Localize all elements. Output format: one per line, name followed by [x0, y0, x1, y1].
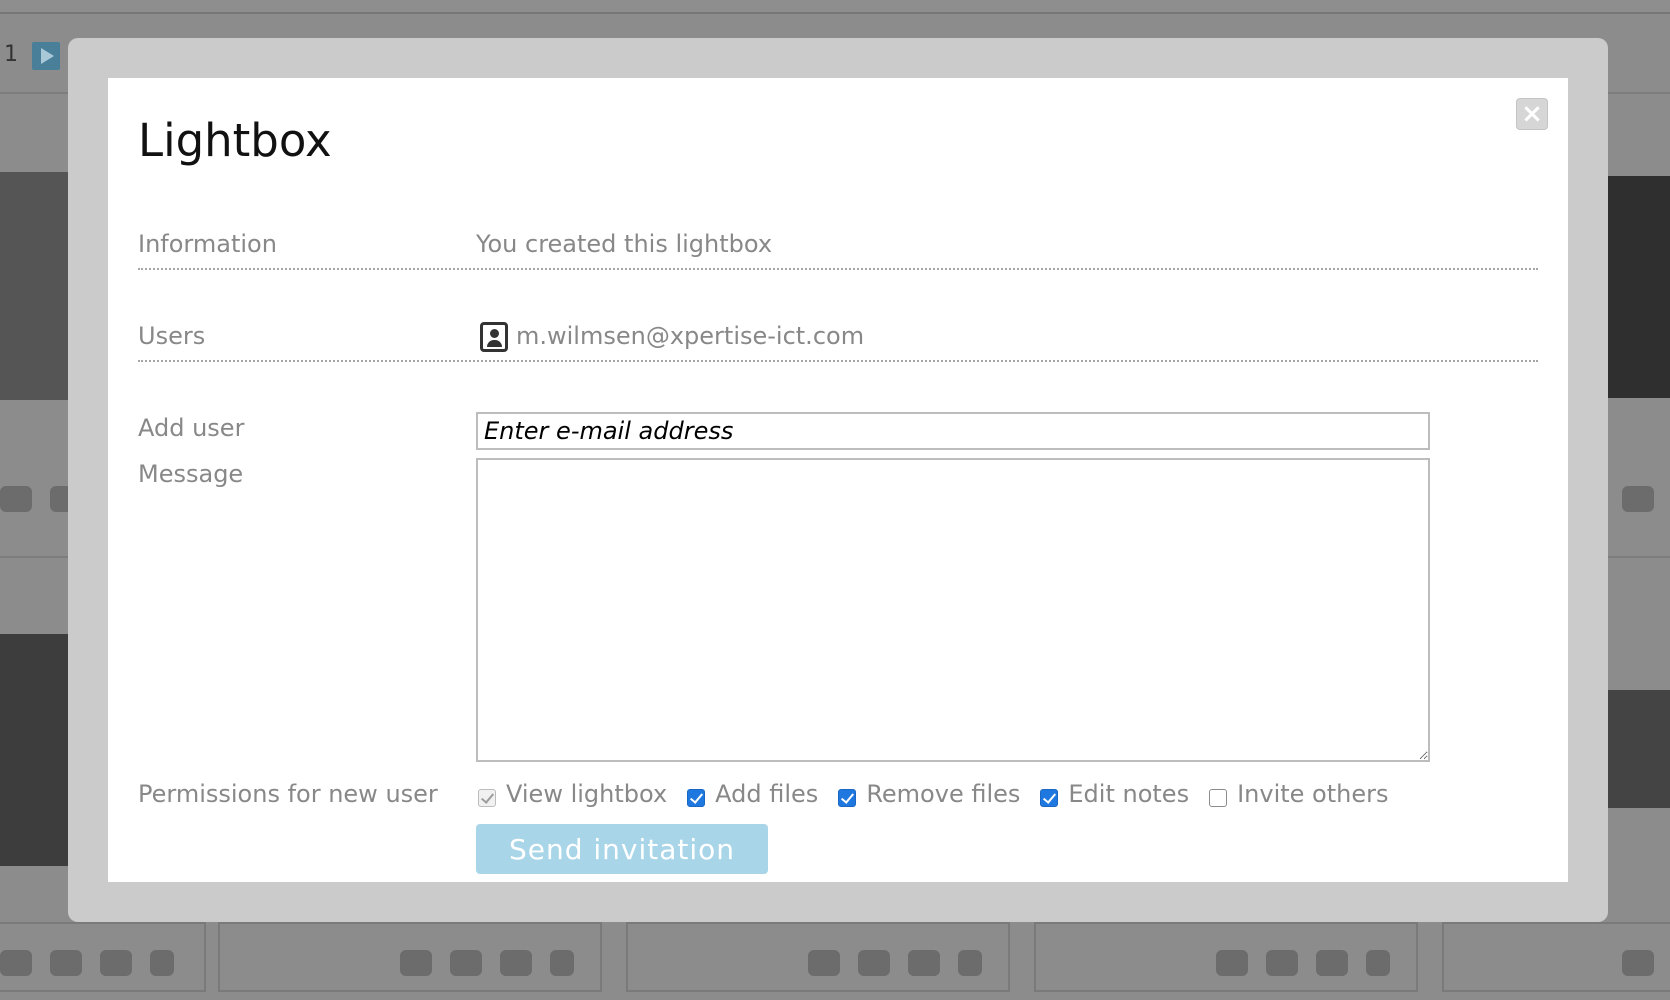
eye-icon: [858, 950, 890, 976]
background-icon-row: [808, 950, 982, 976]
permission-label: View lightbox: [506, 780, 668, 808]
information-label: Information: [138, 230, 277, 258]
lightbox-dialog-frame: × Lightbox Information You created this …: [68, 38, 1608, 922]
background-thumbnail: [1608, 690, 1670, 808]
users-label: Users: [138, 322, 206, 350]
permission-label: Invite others: [1237, 780, 1389, 808]
presentation-icon: [400, 950, 432, 976]
invite-others-checkbox[interactable]: [1209, 789, 1228, 807]
permission-label: Add files: [715, 780, 819, 808]
user-email: m.wilmsen@xpertise-ict.com: [516, 322, 865, 350]
background-topbar: [0, 0, 1670, 14]
add-files-checkbox[interactable]: [687, 789, 706, 807]
background-icon-row: [1622, 486, 1654, 512]
presentation-icon: [0, 950, 32, 976]
message-textarea[interactable]: [476, 458, 1430, 762]
divider: [138, 360, 1538, 362]
download-icon: [100, 950, 132, 976]
permission-invite-others[interactable]: Invite others: [1209, 780, 1388, 808]
permission-remove-files[interactable]: Remove files: [838, 780, 1020, 808]
view-lightbox-checkbox[interactable]: [478, 789, 496, 807]
background-icon-row: [400, 950, 574, 976]
permission-view-lightbox[interactable]: View lightbox: [478, 780, 667, 808]
presentation-icon: [0, 486, 32, 512]
close-button[interactable]: ×: [1516, 98, 1548, 130]
lightbox-dialog: × Lightbox Information You created this …: [108, 78, 1568, 882]
eye-icon: [1266, 950, 1298, 976]
trash-icon: [1366, 950, 1390, 976]
permissions-label: Permissions for new user: [138, 780, 438, 808]
download-icon: [1316, 950, 1348, 976]
background-thumbnail: [0, 634, 68, 866]
play-icon: [32, 42, 60, 70]
eye-icon: [50, 950, 82, 976]
presentation-icon: [808, 950, 840, 976]
trash-icon: [958, 950, 982, 976]
permission-add-files[interactable]: Add files: [687, 780, 818, 808]
information-value: You created this lightbox: [476, 230, 773, 258]
edit-notes-checkbox[interactable]: [1040, 789, 1059, 807]
background-icon-row: [1622, 950, 1654, 976]
background-icon-row: [0, 950, 174, 976]
divider: [138, 268, 1538, 270]
background-page-number: 1: [4, 42, 18, 67]
permission-label: Remove files: [866, 780, 1021, 808]
user-contact-icon: [480, 322, 508, 352]
message-label: Message: [138, 460, 244, 488]
remove-files-checkbox[interactable]: [838, 789, 857, 807]
close-icon: ×: [1521, 99, 1543, 129]
background-thumbnail: [0, 172, 68, 400]
presentation-icon: [1622, 486, 1654, 512]
dialog-title: Lightbox: [138, 114, 332, 167]
background-icon-row: [1216, 950, 1390, 976]
eye-icon: [450, 950, 482, 976]
permission-edit-notes[interactable]: Edit notes: [1040, 780, 1189, 808]
trash-icon: [150, 950, 174, 976]
trash-icon: [550, 950, 574, 976]
background-thumbnail: [1608, 176, 1670, 398]
add-user-email-input[interactable]: [476, 412, 1430, 450]
download-icon: [500, 950, 532, 976]
permission-label: Edit notes: [1068, 780, 1190, 808]
download-icon: [908, 950, 940, 976]
presentation-icon: [1216, 950, 1248, 976]
send-invitation-button[interactable]: Send invitation: [476, 824, 768, 874]
add-user-label: Add user: [138, 414, 245, 442]
presentation-icon: [1622, 950, 1654, 976]
permissions-checkbox-group: View lightbox Add files Remove files Edi…: [478, 780, 1408, 808]
